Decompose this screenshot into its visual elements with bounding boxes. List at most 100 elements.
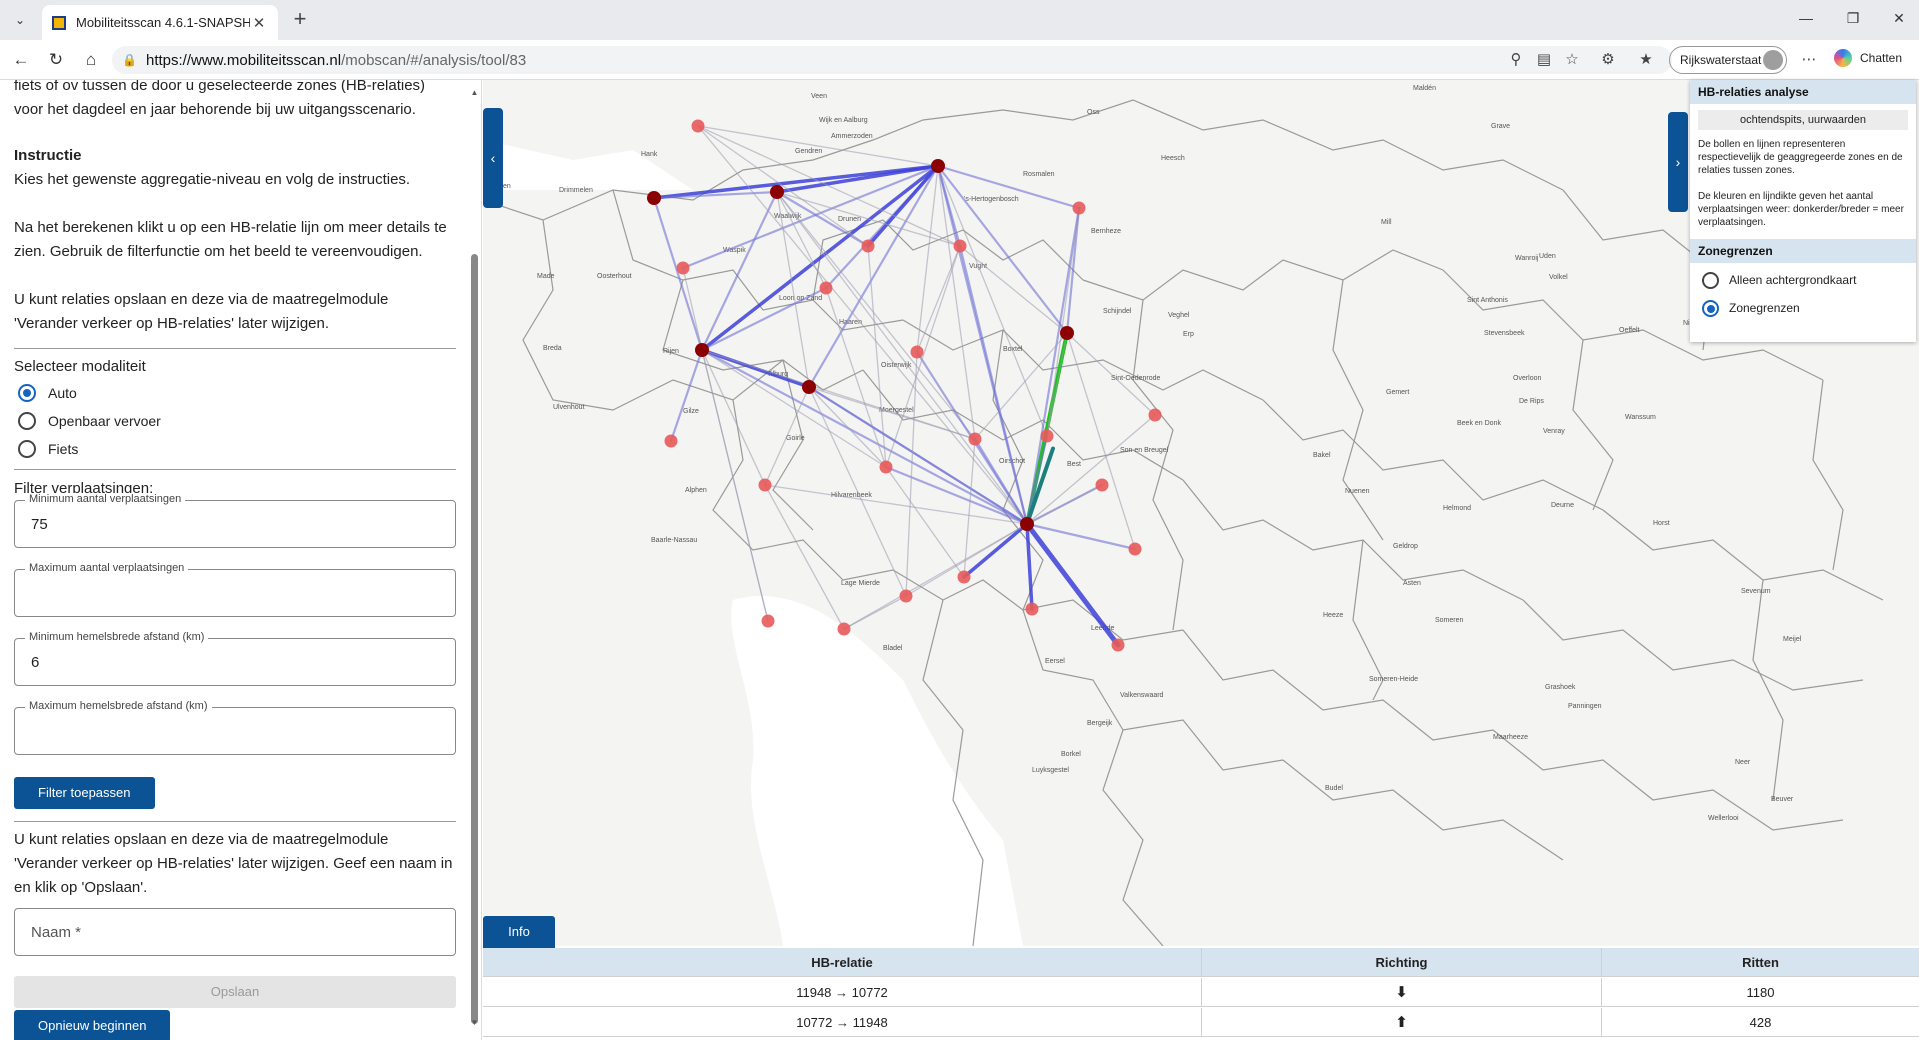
zone-node[interactable]: [695, 343, 709, 357]
back-arrow-icon[interactable]: ←: [10, 49, 32, 71]
key-icon[interactable]: ⚲: [1506, 50, 1526, 70]
address-bar[interactable]: 🔒 https://www.mobiliteitsscan.nl /mobsca…: [112, 46, 1672, 74]
modality-ov-label: Openbaar vervoer: [48, 413, 161, 429]
zone-node[interactable]: [899, 589, 913, 603]
zone-node[interactable]: [861, 239, 875, 253]
zone-node[interactable]: [879, 460, 893, 474]
table-row[interactable]: 11948 → 10772 ⬇ 1180: [483, 978, 1919, 1007]
collapse-left-panel-chevron-icon[interactable]: ‹: [483, 108, 503, 208]
panel-scrollbar[interactable]: ▲ ▼: [470, 88, 479, 1028]
radio-auto[interactable]: [18, 384, 36, 402]
zones-option-background[interactable]: Alleen achtergrondkaart: [1702, 266, 1916, 294]
map-place-label: Alphen: [685, 487, 707, 494]
radio-background-only[interactable]: [1702, 271, 1719, 289]
header-direction[interactable]: Richting: [1202, 948, 1602, 977]
relation-cell: 11948 → 10772: [483, 978, 1202, 1007]
zone-node[interactable]: [1020, 517, 1034, 531]
more-dots-icon[interactable]: ⋯: [1799, 50, 1819, 70]
radio-fiets[interactable]: [18, 440, 36, 458]
zone-node[interactable]: [664, 434, 678, 448]
zone-node[interactable]: [691, 119, 705, 133]
modality-title: Selecteer modaliteit: [14, 358, 146, 375]
radio-ov[interactable]: [18, 412, 36, 430]
save-button[interactable]: Opslaan: [14, 976, 456, 1008]
zone-node[interactable]: [953, 239, 967, 253]
zone-node[interactable]: [957, 570, 971, 584]
zone-node[interactable]: [758, 478, 772, 492]
zone-node[interactable]: [1128, 542, 1142, 556]
map-place-label: Goirle: [786, 435, 805, 442]
extensions-icon[interactable]: ⚙: [1598, 50, 1618, 70]
zone-node[interactable]: [837, 622, 851, 636]
map-place-label: Helmond: [1443, 505, 1471, 512]
relation-cell: 10772 → 11948: [483, 1008, 1202, 1037]
browser-tab[interactable]: Mobiliteitsscan 4.6.1-SNAPSHOT ✕: [42, 5, 278, 40]
map-place-label: Wijk en Aalburg: [819, 117, 868, 124]
legend-overlay: HB-relaties analyse ochtendspits, uurwaa…: [1690, 80, 1916, 342]
zone-node[interactable]: [761, 614, 775, 628]
map-place-label: Made: [537, 273, 555, 280]
header-trips[interactable]: Ritten: [1602, 948, 1919, 977]
max-trips-field[interactable]: Maximum aantal verplaatsingen: [14, 562, 456, 617]
scroll-up-icon[interactable]: ▲: [470, 88, 479, 97]
zone-node[interactable]: [647, 191, 661, 205]
favorites-icon[interactable]: ★: [1636, 50, 1656, 70]
home-icon[interactable]: ⌂: [80, 49, 102, 71]
zone-node[interactable]: [1095, 478, 1109, 492]
minimize-icon[interactable]: —: [1796, 10, 1816, 26]
browser-toolbar: ← ↻ ⌂ 🔒 https://www.mobiliteitsscan.nl /…: [0, 40, 1919, 80]
map-place-label: Mill: [1381, 219, 1392, 226]
zone-node[interactable]: [1111, 638, 1125, 652]
modality-fiets[interactable]: Fiets: [14, 435, 456, 463]
zone-node[interactable]: [819, 281, 833, 295]
zones-option-zones[interactable]: Zonegrenzen: [1702, 294, 1916, 322]
collapse-right-panel-chevron-icon[interactable]: ›: [1668, 112, 1688, 212]
map-place-label: Maldén: [1413, 85, 1436, 92]
map-place-label: Grave: [1491, 123, 1510, 130]
radio-zones[interactable]: [1702, 299, 1719, 317]
tab-bar: ⌄ Mobiliteitsscan 4.6.1-SNAPSHOT ✕ + — ❐…: [0, 0, 1919, 40]
zone-node[interactable]: [1025, 602, 1039, 616]
zone-node[interactable]: [931, 159, 945, 173]
scroll-down-icon[interactable]: ▼: [470, 1018, 479, 1027]
zone-node[interactable]: [910, 345, 924, 359]
scroll-thumb[interactable]: [471, 254, 478, 1024]
min-distance-field[interactable]: Minimum hemelsbrede afstand (km) 6: [14, 631, 456, 686]
reload-icon[interactable]: ↻: [45, 49, 67, 71]
header-relation[interactable]: HB-relatie: [483, 948, 1202, 977]
apply-filter-button[interactable]: Filter toepassen: [14, 777, 155, 809]
restart-button[interactable]: Opnieuw beginnen: [14, 1010, 171, 1040]
modality-auto[interactable]: Auto: [14, 379, 456, 407]
zone-node[interactable]: [676, 261, 690, 275]
max-distance-field[interactable]: Maximum hemelsbrede afstand (km): [14, 700, 456, 755]
min-trips-label: Minimum aantal verplaatsingen: [25, 493, 186, 505]
map-place-label: Ammerzoden: [831, 133, 873, 140]
chat-button[interactable]: Chatten: [1834, 49, 1902, 67]
map-place-label: Borkel: [1061, 751, 1081, 758]
star-icon[interactable]: ☆: [1562, 50, 1582, 70]
modality-ov[interactable]: Openbaar vervoer: [14, 407, 456, 435]
zone-node[interactable]: [968, 432, 982, 446]
profile-button[interactable]: Rijkswaterstaat: [1669, 46, 1787, 74]
zone-node[interactable]: [1148, 408, 1162, 422]
zone-node[interactable]: [1040, 429, 1054, 443]
zone-node[interactable]: [1072, 201, 1086, 215]
table-row[interactable]: 10772 → 11948 ⬆ 428: [483, 1008, 1919, 1037]
new-tab-plus-icon[interactable]: +: [288, 8, 312, 30]
tab-close-icon[interactable]: ✕: [250, 14, 268, 32]
map-place-label: Sevenum: [1741, 588, 1771, 595]
reader-icon[interactable]: ▤: [1534, 50, 1554, 70]
zone-node[interactable]: [802, 380, 816, 394]
instruction-1: Kies het gewenste aggregatie-niveau en v…: [14, 171, 411, 188]
map-place-label: Breda: [543, 345, 562, 352]
zone-node[interactable]: [770, 185, 784, 199]
tab-menu-chevron-icon[interactable]: ⌄: [6, 8, 34, 32]
min-trips-field[interactable]: Minimum aantal verplaatsingen 75: [14, 493, 456, 548]
name-input[interactable]: Naam *: [14, 908, 456, 956]
map-place-label: Best: [1067, 461, 1081, 468]
window-close-icon[interactable]: ✕: [1889, 10, 1909, 27]
info-button[interactable]: Info: [483, 916, 555, 948]
restore-icon[interactable]: ❐: [1843, 10, 1863, 27]
zone-node[interactable]: [1060, 326, 1074, 340]
map-place-label: Baarle-Nassau: [651, 537, 697, 544]
